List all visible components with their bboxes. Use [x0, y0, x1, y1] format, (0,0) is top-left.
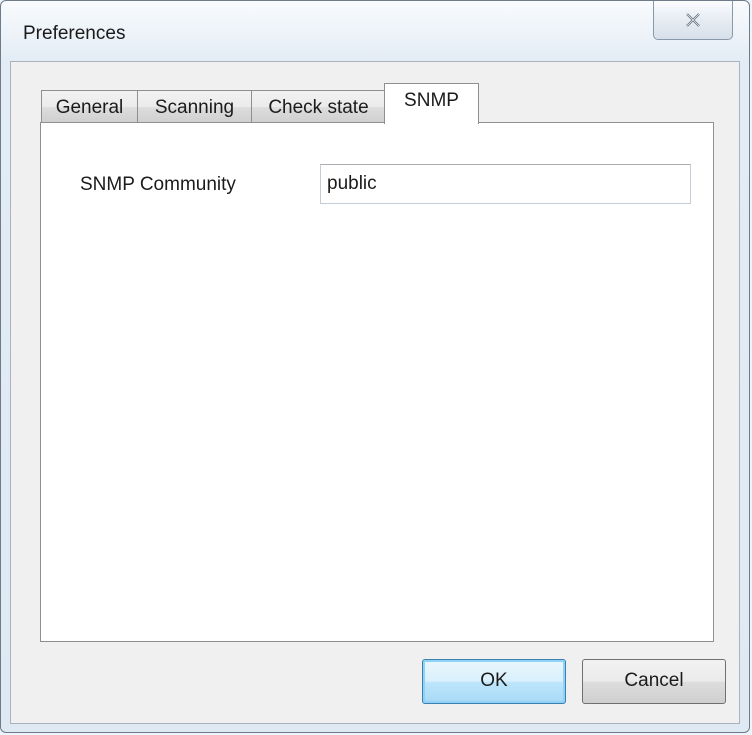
snmp-tab-panel: SNMP Community — [40, 122, 714, 642]
snmp-community-input[interactable] — [320, 164, 691, 204]
tab-check-state[interactable]: Check state — [251, 90, 386, 123]
cancel-button[interactable]: Cancel — [582, 659, 726, 704]
preferences-dialog: Preferences General Scanning Check state… — [0, 0, 750, 733]
close-button[interactable] — [653, 1, 733, 40]
tab-snmp[interactable]: SNMP — [384, 83, 479, 124]
close-icon — [685, 13, 701, 27]
window-title: Preferences — [23, 23, 126, 44]
tab-scanning[interactable]: Scanning — [137, 90, 252, 123]
tab-general[interactable]: General — [41, 90, 138, 123]
dialog-client-area: General Scanning Check state SNMP SNMP C… — [10, 61, 740, 724]
snmp-community-label: SNMP Community — [80, 174, 236, 195]
ok-button[interactable]: OK — [422, 659, 566, 704]
title-bar[interactable]: Preferences — [1, 1, 749, 61]
